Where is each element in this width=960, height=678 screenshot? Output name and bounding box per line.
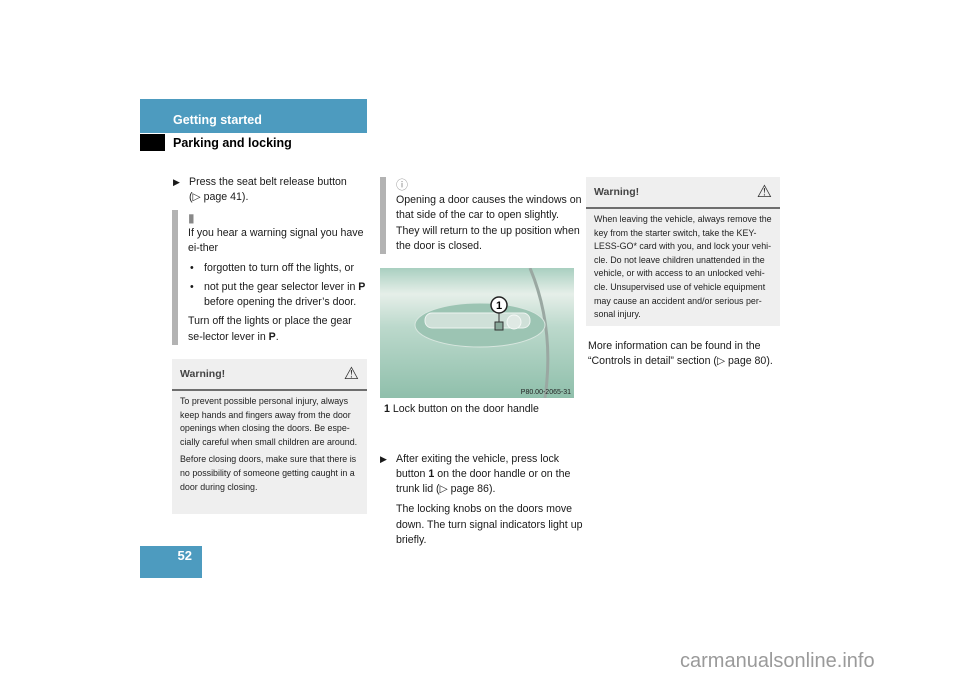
step-arrow-icon: ▶ [380,453,387,464]
warning-box-keyless: Warning! ⚠ When leaving the vehicle, alwa… [586,177,780,326]
page-ref[interactable]: (▷ page 41). [189,191,248,203]
info-icon: ⓘ [396,178,409,192]
warning-triangle-icon: ⚠ [343,364,359,383]
step-arrow-icon: ▶ [173,177,180,187]
figure-caption: 1 Lock button on the door handle [384,403,539,415]
exclamation-icon: ▮ [188,211,195,225]
more-info-text: More information can be found in the “Co… [588,340,773,368]
note-box: ▮ If you hear a warning signal you have … [172,210,368,346]
watermark: carmanualsonline.info [680,650,875,672]
warning-title: Warning! [180,368,226,380]
step-seat-belt: ▶ Press the seat belt release button (▷ … [173,176,347,204]
warning-box: Warning! ⚠ To prevent possible personal i… [172,359,367,514]
section-title: Getting started [173,113,262,127]
figure-code: P80.00-2065-31 [521,389,571,396]
subsection-marker [140,134,165,151]
warning-title: Warning! [594,186,640,198]
step-lock: ▶ After exiting the vehicle, press lock … [380,452,583,547]
info-note-box: ⓘ Opening a door causes the windows on t… [380,177,584,255]
subsection-title: Parking and locking [173,136,292,150]
list-item: • forgotten to turn off the lights, or [190,261,354,274]
warning-triangle-icon: ⚠ [756,182,772,201]
door-handle-illustration: 1 P80.00-2065-31 [380,268,574,398]
callout-number: 1 [496,300,502,312]
list-item: • not put the gear selector lever in Pbef… [190,280,366,309]
page-number: 52 [177,548,192,563]
